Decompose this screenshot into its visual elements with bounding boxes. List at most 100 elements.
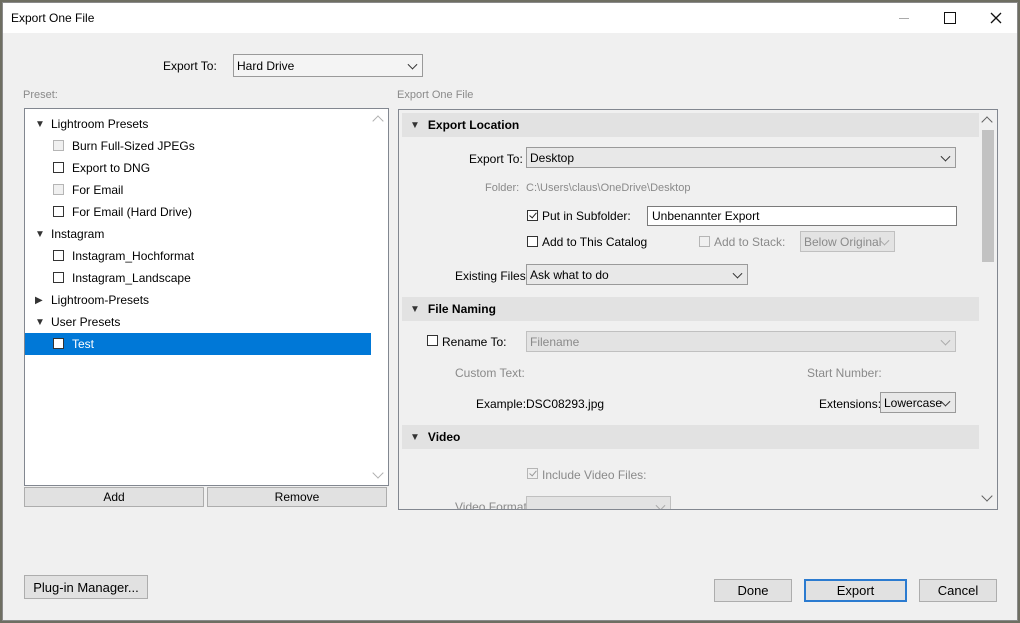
chevron-down-icon	[407, 59, 418, 70]
start-number-label: Start Number:	[807, 366, 882, 380]
chevron-down-icon	[940, 151, 951, 162]
export-to-label: Export To:	[163, 59, 217, 73]
preset-checkbox[interactable]	[53, 162, 64, 173]
video-format-label: Video Format:	[455, 500, 531, 510]
preset-item-selected[interactable]: Test	[25, 333, 371, 355]
plugin-manager-button[interactable]: Plug-in Manager...	[24, 575, 148, 599]
add-preset-button[interactable]: Add	[24, 487, 204, 507]
scroll-up-icon	[372, 115, 384, 127]
preset-folder-label: Instagram	[51, 227, 105, 241]
preset-checkbox[interactable]	[53, 140, 64, 151]
expanded-triangle-icon: ▼	[35, 316, 45, 328]
maximize-icon	[944, 12, 956, 24]
preset-item[interactable]: Instagram_Landscape	[25, 267, 371, 289]
include-video-label: Include Video Files:	[542, 468, 647, 482]
expanded-triangle-icon: ▼	[35, 228, 45, 240]
preset-checkbox[interactable]	[53, 206, 64, 217]
example-value: DSC08293.jpg	[526, 397, 605, 411]
minimize-button[interactable]	[881, 3, 927, 33]
chevron-down-icon	[940, 396, 951, 407]
existing-files-select[interactable]: Ask what to do	[526, 264, 748, 285]
example-label: Example:	[476, 397, 527, 411]
extensions-value: Lowercase	[884, 395, 943, 410]
export-dialog: Export One File Export To: Hard Drive Pr…	[2, 2, 1018, 621]
minimize-icon	[899, 17, 909, 19]
preset-item[interactable]: Export to DNG	[25, 157, 371, 179]
maximize-button[interactable]	[927, 3, 973, 33]
preset-folder-label: Lightroom-Presets	[51, 293, 150, 307]
preset-checkbox[interactable]	[53, 250, 64, 261]
settings-scrollbar[interactable]	[980, 110, 997, 509]
settings-panel: ▼ Export Location Export To: Desktop Fol…	[398, 109, 998, 510]
preset-label: For Email (Hard Drive)	[72, 205, 193, 219]
preset-item[interactable]: For Email (Hard Drive)	[25, 201, 371, 223]
window-title: Export One File	[11, 11, 95, 25]
rename-checkbox[interactable]	[427, 335, 438, 346]
preset-item[interactable]: For Email	[25, 179, 371, 201]
preset-label: Burn Full-Sized JPEGs	[72, 139, 195, 153]
include-video-checkbox[interactable]	[527, 468, 538, 479]
remove-preset-button[interactable]: Remove	[207, 487, 387, 507]
folder-label: Folder:	[485, 182, 520, 194]
scroll-down-icon	[981, 490, 993, 502]
section-title: Video	[427, 430, 461, 444]
existing-files-label: Existing Files:	[455, 269, 530, 283]
folder-path: C:\Users\claus\OneDrive\Desktop	[526, 182, 691, 194]
close-button[interactable]	[973, 3, 1019, 33]
preset-heading: Preset:	[23, 89, 58, 101]
add-stack-label: Add to Stack:	[714, 235, 786, 249]
video-format-select[interactable]	[526, 496, 671, 509]
section-file-naming[interactable]: ▼ File Naming	[402, 297, 979, 321]
preset-checkbox[interactable]	[53, 338, 64, 349]
scroll-down-icon	[372, 467, 384, 479]
preset-folder-instagram[interactable]: ▼ Instagram	[25, 223, 371, 245]
preset-folder-label: Lightroom Presets	[51, 117, 149, 131]
scroll-thumb[interactable]	[982, 130, 994, 262]
section-export-location[interactable]: ▼ Export Location	[402, 113, 979, 137]
preset-folder-user[interactable]: ▼ User Presets	[25, 311, 371, 333]
scroll-up-icon	[981, 116, 993, 128]
title-bar: Export One File	[3, 3, 1017, 33]
subfolder-checkbox[interactable]	[527, 210, 538, 221]
preset-checkbox[interactable]	[53, 272, 64, 283]
export-location-value: Desktop	[530, 150, 575, 165]
custom-text-label: Custom Text:	[455, 366, 525, 380]
preset-folder-label: User Presets	[51, 315, 121, 329]
add-catalog-label: Add to This Catalog	[542, 235, 648, 249]
section-video[interactable]: ▼ Video	[402, 425, 979, 449]
rename-template-select[interactable]: Filename	[526, 331, 956, 352]
preset-item[interactable]: Instagram_Hochformat	[25, 245, 371, 267]
add-catalog-checkbox[interactable]	[527, 236, 538, 247]
stack-position-value: Below Original	[804, 234, 882, 249]
done-button[interactable]: Done	[714, 579, 792, 602]
preset-tree: ▼ Lightroom Presets Burn Full-Sized JPEG…	[24, 108, 389, 486]
section-title: File Naming	[427, 302, 496, 316]
preset-checkbox[interactable]	[53, 184, 64, 195]
export-button[interactable]: Export	[804, 579, 907, 602]
settings-heading: Export One File	[397, 89, 474, 101]
expanded-triangle-icon: ▼	[410, 119, 420, 131]
subfolder-input[interactable]: Unbenannter Export	[647, 206, 957, 226]
collapsed-triangle-icon: ▶	[35, 294, 43, 306]
subfolder-label: Put in Subfolder:	[542, 209, 631, 223]
extensions-label: Extensions:	[819, 397, 882, 411]
preset-folder-lightroom-presets[interactable]: ▶ Lightroom-Presets	[25, 289, 371, 311]
stack-position-select[interactable]: Below Original	[800, 231, 895, 252]
preset-label: Export to DNG	[72, 161, 151, 175]
section-title: Export Location	[427, 118, 520, 132]
rename-label: Rename To:	[442, 335, 507, 349]
rename-template-value: Filename	[530, 334, 580, 349]
preset-scrollbar[interactable]	[371, 109, 388, 485]
export-to-select[interactable]: Hard Drive	[233, 54, 423, 77]
preset-folder-lightroom[interactable]: ▼ Lightroom Presets	[25, 113, 371, 135]
extensions-select[interactable]: Lowercase	[880, 392, 956, 413]
cancel-button[interactable]: Cancel	[919, 579, 997, 602]
chevron-down-icon	[732, 268, 743, 279]
preset-item[interactable]: Burn Full-Sized JPEGs	[25, 135, 371, 157]
export-to-label: Export To:	[469, 152, 523, 166]
expanded-triangle-icon: ▼	[35, 118, 45, 130]
export-location-select[interactable]: Desktop	[526, 147, 956, 168]
add-stack-checkbox[interactable]	[699, 236, 710, 247]
preset-label: For Email	[72, 183, 124, 197]
preset-label: Instagram_Hochformat	[72, 249, 195, 263]
